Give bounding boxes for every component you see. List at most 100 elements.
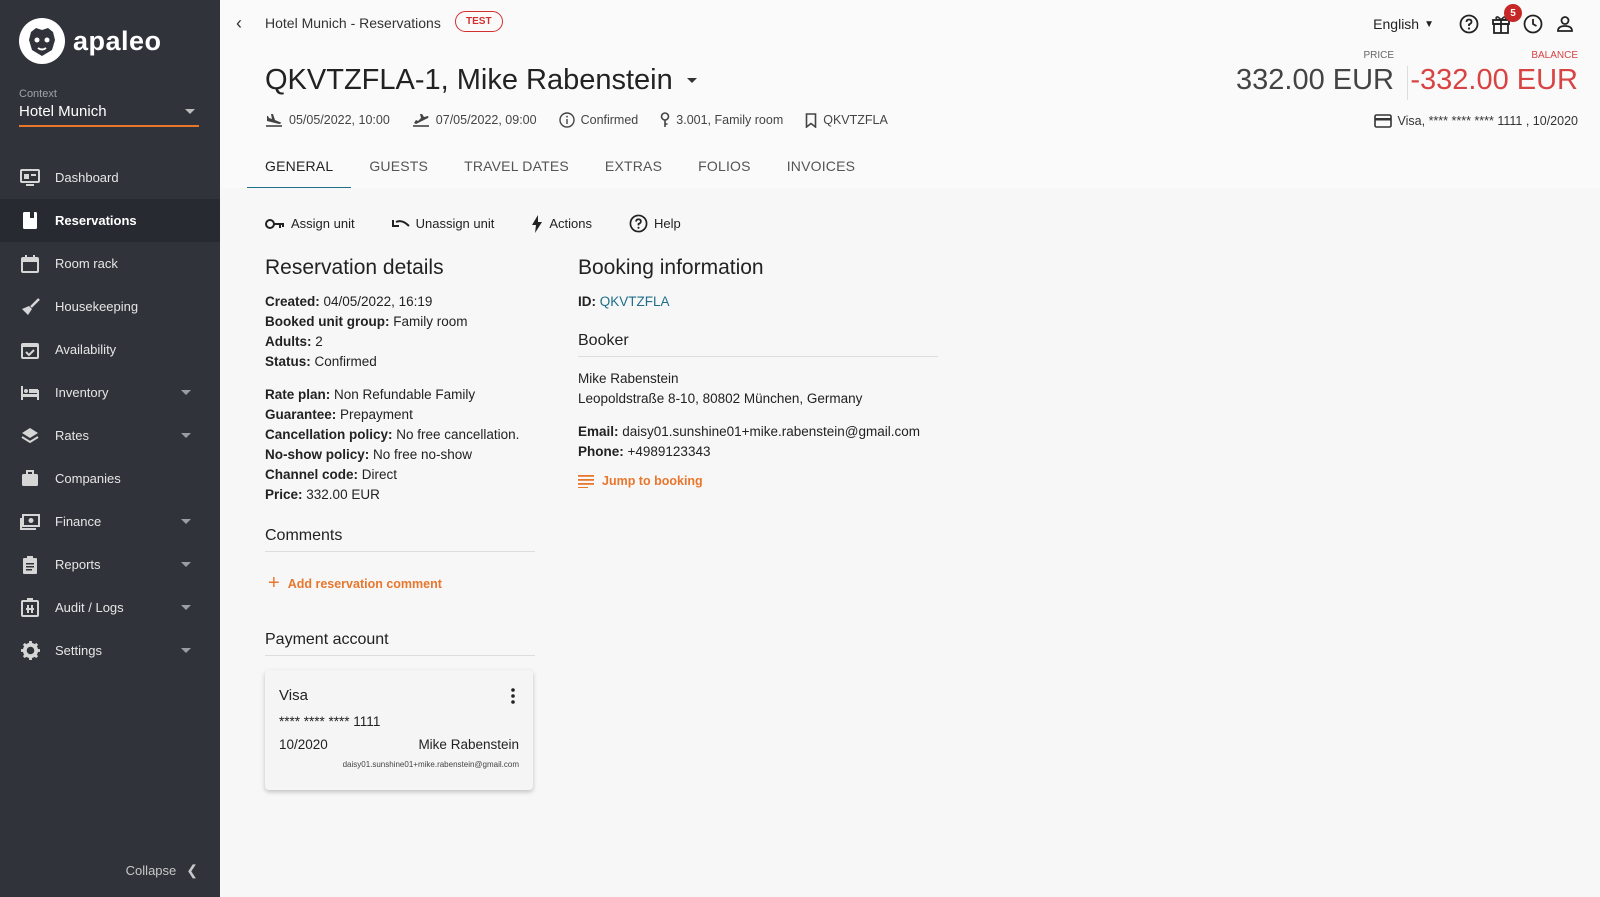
credit-card-icon: [1373, 114, 1392, 128]
booker-phone: Phone: +4989123343: [578, 444, 711, 459]
sidebar-item-rates[interactable]: Rates: [0, 414, 220, 457]
actions-button[interactable]: Actions: [531, 214, 592, 233]
language-selector[interactable]: English ▼: [1373, 16, 1434, 32]
sidebar-item-availability[interactable]: Availability: [0, 328, 220, 371]
sidebar-item-housekeeping[interactable]: Housekeeping: [0, 285, 220, 328]
chevron-down-icon: [686, 78, 697, 83]
lightning-icon: [532, 214, 543, 233]
gear-icon: [20, 641, 40, 661]
language-label: English: [1373, 16, 1420, 32]
reservation-details-column: Reservation details Created: 04/05/2022,…: [265, 256, 535, 790]
sidebar-item-reservations[interactable]: Reservations: [0, 199, 220, 242]
detail-unit-group: Booked unit group: Family room: [265, 314, 468, 329]
key-icon: [660, 112, 670, 127]
booker-name: Mike Rabenstein: [578, 371, 679, 386]
tab-travel-dates[interactable]: TRAVEL DATES: [446, 146, 587, 190]
sidebar-item-label: Housekeeping: [55, 299, 139, 314]
detail-guarantee: Guarantee: Prepayment: [265, 407, 413, 422]
clock-icon[interactable]: [1522, 13, 1544, 35]
payment-card[interactable]: Visa **** **** **** 1111 10/2020 Mike Ra…: [265, 670, 533, 790]
divider: [1407, 66, 1408, 100]
add-comment-button[interactable]: + Add reservation comment: [265, 572, 535, 595]
jump-to-booking-button[interactable]: Jump to booking: [578, 474, 938, 488]
sidebar-item-room-rack[interactable]: Room rack: [0, 242, 220, 285]
balance-value: -332.00 EUR: [1410, 64, 1578, 96]
detail-noshow-policy: No-show policy: No free no-show: [265, 447, 473, 462]
user-icon[interactable]: [1554, 13, 1576, 35]
reservation-header: ‹ Hotel Munich - Reservations TEST Engli…: [220, 0, 1600, 190]
card-email: daisy01.sunshine01+mike.rabenstein@gmail…: [342, 760, 519, 769]
context-selector[interactable]: Context Hotel Munich: [19, 88, 199, 127]
test-badge: TEST: [455, 11, 503, 32]
price-summary: PRICE 332.00 EUR: [1236, 50, 1394, 97]
sidebar-item-label: Finance: [55, 514, 102, 529]
tab-general[interactable]: GENERAL: [247, 146, 352, 190]
tab-guests[interactable]: GUESTS: [351, 146, 446, 190]
notification-badge: 5: [1504, 4, 1522, 22]
tab-folios[interactable]: FOLIOS: [680, 146, 769, 190]
help-icon[interactable]: [1458, 13, 1480, 35]
help-icon: [629, 214, 648, 233]
sidebar-item-dashboard[interactable]: Dashboard: [0, 156, 220, 199]
undo-icon: [391, 219, 410, 227]
sidebar-item-audit-logs[interactable]: Audit / Logs: [0, 586, 220, 629]
sidebar-item-settings[interactable]: Settings: [0, 629, 220, 672]
payment-card-summary: Visa, **** **** **** 1111 , 10/2020: [1373, 114, 1578, 128]
sidebar-item-inventory[interactable]: Inventory: [0, 371, 220, 414]
sidebar-item-label: Companies: [55, 471, 121, 486]
booking-id-link[interactable]: QKVTZFLA: [600, 294, 670, 309]
sidebar-item-label: Rates: [55, 428, 89, 443]
detail-price: Price: 332.00 EUR: [265, 487, 380, 502]
collapse-label: Collapse: [125, 863, 177, 878]
back-arrow-icon[interactable]: ‹: [236, 13, 242, 34]
reservation-title: QKVTZFLA-1, Mike Rabenstein: [265, 64, 673, 96]
chevron-down-icon: [181, 605, 191, 610]
plus-icon: +: [268, 572, 280, 594]
booking-information-heading: Booking information: [578, 256, 764, 279]
sidebar-item-reports[interactable]: Reports: [0, 543, 220, 586]
detail-cancellation-policy: Cancellation policy: No free cancellatio…: [265, 427, 520, 442]
sidebar-item-label: Audit / Logs: [55, 600, 124, 615]
main-content: Assign unit Unassign unit Actions Help R…: [220, 188, 1600, 897]
apaleo-logo[interactable]: apaleo: [19, 18, 162, 64]
list-icon: [578, 475, 594, 488]
sidebar-item-finance[interactable]: Finance: [0, 500, 220, 543]
assigned-unit[interactable]: 3.001, Family room: [660, 112, 783, 128]
reservation-meta: 05/05/2022, 10:00 07/05/2022, 09:00 Conf…: [265, 112, 910, 128]
sidebar-item-label: Settings: [55, 643, 102, 658]
booker-email: Email: daisy01.sunshine01+mike.rabenstei…: [578, 424, 921, 439]
lion-logo-icon: [19, 18, 65, 64]
sidebar-item-label: Dashboard: [55, 170, 119, 185]
key-icon: [265, 218, 284, 229]
booking-reference[interactable]: QKVTZFLA: [805, 112, 888, 128]
tab-invoices[interactable]: INVOICES: [769, 146, 874, 190]
sidebar: apaleo Context Hotel Munich Dashboard Re…: [0, 0, 220, 897]
more-vert-icon[interactable]: [511, 688, 515, 709]
assign-unit-button[interactable]: Assign unit: [265, 214, 355, 233]
calendar-icon: [20, 254, 40, 274]
page-title[interactable]: QKVTZFLA-1, Mike Rabenstein: [265, 64, 697, 97]
breadcrumb[interactable]: Hotel Munich - Reservations: [265, 15, 441, 31]
card-number: **** **** **** 1111: [279, 714, 381, 729]
tab-extras[interactable]: EXTRAS: [587, 146, 680, 190]
booker-address: Leopoldstraße 8-10, 80802 München, Germa…: [578, 391, 863, 406]
booking-information-column: Booking information ID: QKVTZFLA Booker …: [578, 256, 938, 488]
detail-rate-plan: Rate plan: Non Refundable Family: [265, 387, 476, 402]
context-select[interactable]: Hotel Munich: [19, 103, 199, 127]
collapse-button[interactable]: Collapse ❮: [126, 862, 198, 879]
tab-bar: GENERAL GUESTS TRAVEL DATES EXTRAS FOLIO…: [247, 146, 873, 190]
gift-icon[interactable]: 5: [1490, 4, 1522, 35]
sidebar-item-companies[interactable]: Companies: [0, 457, 220, 500]
sidebar-item-label: Inventory: [55, 385, 109, 400]
price-label: PRICE: [1363, 50, 1394, 61]
card-holder: Mike Rabenstein: [418, 737, 519, 752]
flight-takeoff-icon: [412, 114, 429, 127]
help-button[interactable]: Help: [629, 214, 681, 233]
action-toolbar: Assign unit Unassign unit Actions Help: [265, 214, 718, 233]
sidebar-item-label: Availability: [55, 342, 117, 357]
booker-heading: Booker: [578, 332, 938, 357]
reservation-details-heading: Reservation details: [265, 256, 444, 279]
unassign-unit-button[interactable]: Unassign unit: [391, 214, 494, 233]
detail-channel-code: Channel code: Direct: [265, 467, 398, 482]
bookmark-icon: [805, 112, 817, 128]
